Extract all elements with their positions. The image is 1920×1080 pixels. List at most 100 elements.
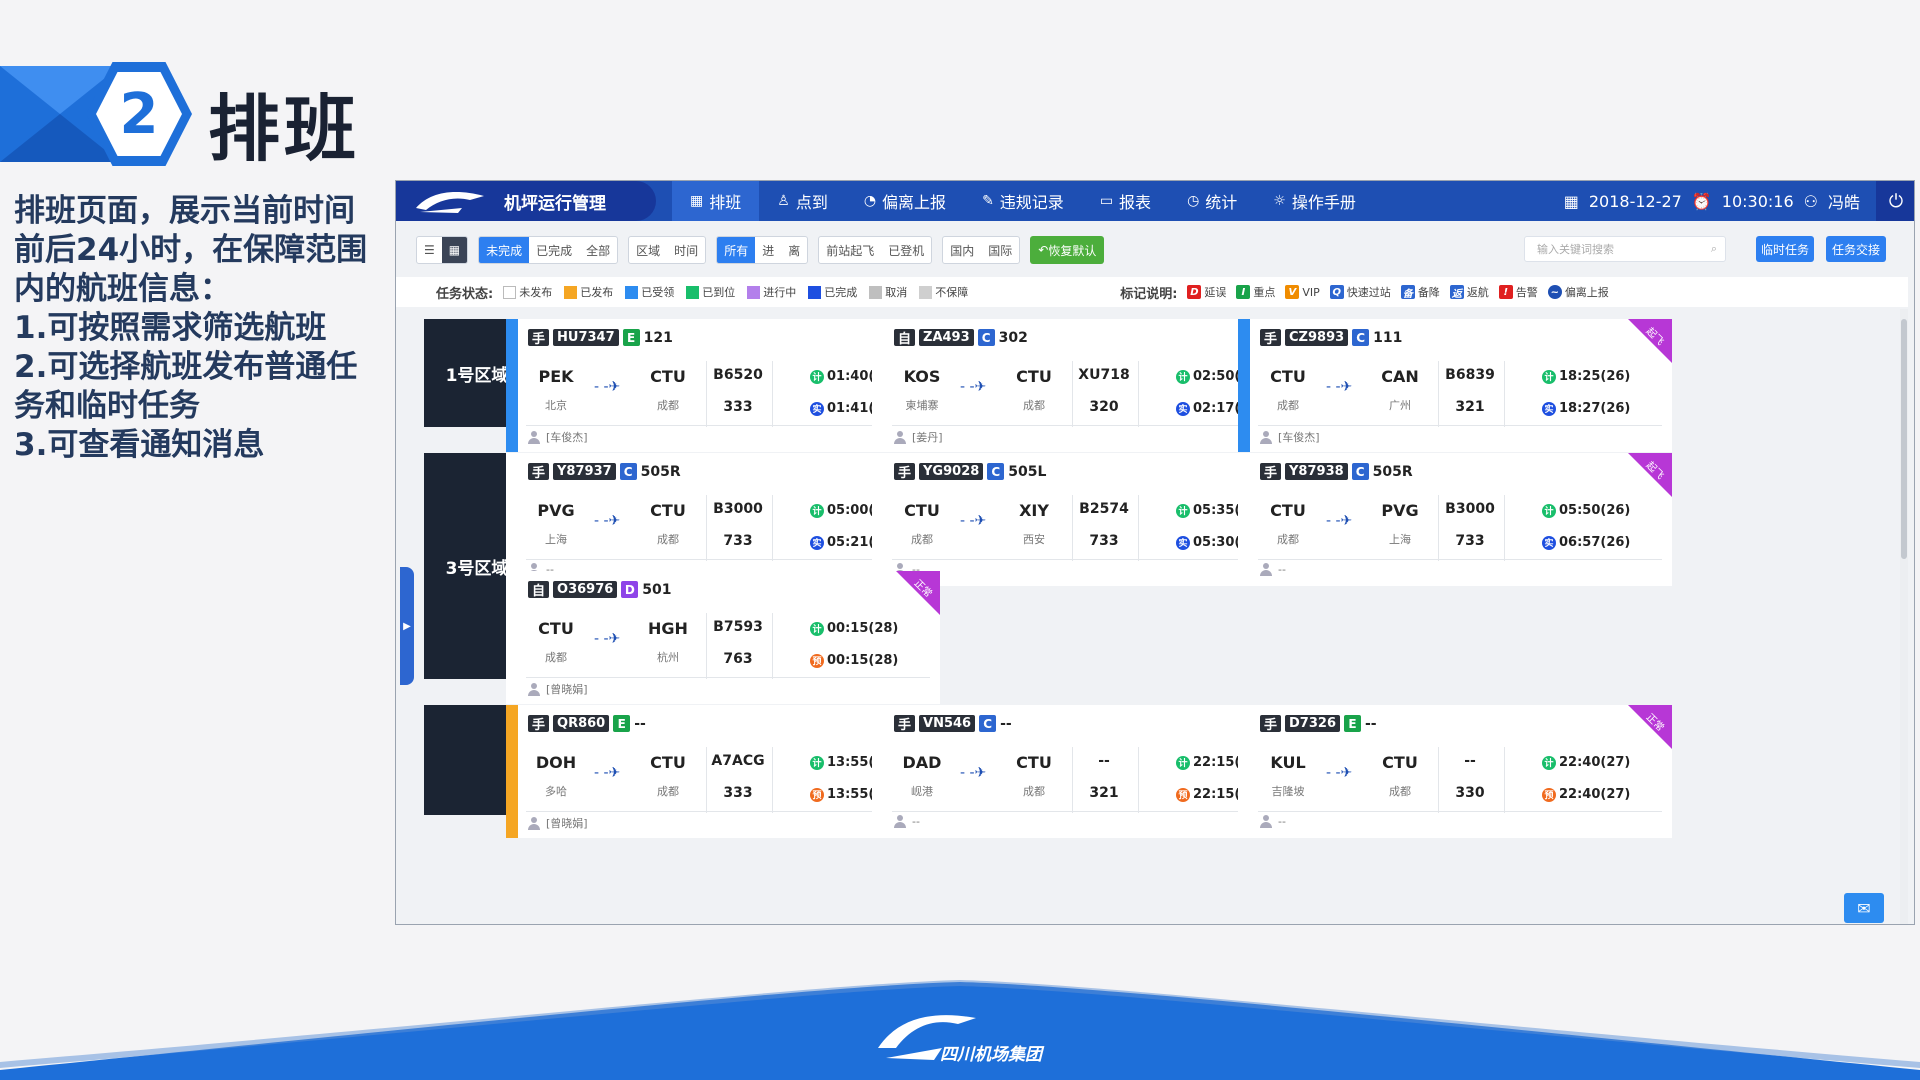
flight-status-corner: 起飞 [1628, 453, 1672, 497]
mode-badge: 手 [894, 715, 916, 733]
aircraft-type: 733 [1089, 533, 1119, 549]
message-icon[interactable]: ✉ [1844, 893, 1884, 923]
current-user[interactable]: 冯皓 [1828, 189, 1860, 213]
filter-arrival[interactable]: 进 [755, 237, 781, 263]
destination-city: 成都 [657, 533, 679, 546]
delay-tag-icon: D [1187, 285, 1202, 299]
flight-card[interactable]: 起飞手 CZ9893 C 111 CTU 成都 - -✈ CAN 广州 B6839 321 计 18:2… [1238, 319, 1672, 452]
status-swatch [747, 285, 761, 299]
scrollbar-thumb[interactable] [1901, 319, 1907, 559]
description-line: 前后24小时，在保障范围 [14, 232, 368, 268]
aircraft-type: 733 [1455, 533, 1485, 549]
temp-task-button[interactable]: 临时任务 [1756, 236, 1814, 262]
destination-code: CTU [1382, 753, 1418, 772]
power-icon[interactable]: ⏻ [1876, 181, 1914, 221]
flight-kind-badge: C [979, 715, 997, 732]
actual-dot-icon: 实 [1542, 535, 1556, 550]
aircraft-type: 333 [723, 399, 753, 415]
destination-city: 成都 [1023, 785, 1045, 798]
actual-dot-icon: 实 [1176, 535, 1190, 550]
destination-city: 杭州 [657, 651, 679, 664]
nav-item-checkin[interactable]: ♙ 点到 [759, 181, 846, 221]
list-view-icon[interactable]: ☰ [417, 237, 442, 263]
person-icon [528, 682, 540, 696]
divider [1138, 747, 1139, 813]
flight-header: 手 D7326 E -- [1260, 715, 1377, 733]
mode-badge: 手 [1260, 715, 1282, 733]
mark-return: 返返航 [1449, 284, 1489, 300]
nav-item-deviation[interactable]: ◔ 偏离上报 [846, 181, 964, 221]
task-handover-button[interactable]: 任务交接 [1826, 236, 1886, 262]
filter-domestic[interactable]: 国内 [943, 237, 981, 263]
flight-kind-badge: C [977, 329, 995, 346]
flight-kind-badge: C [987, 463, 1005, 480]
origin-code: PVG [537, 501, 575, 520]
divider [772, 495, 773, 561]
actual-time-value: 22:40(27) [1559, 787, 1631, 802]
mode-badge: 手 [1260, 463, 1282, 481]
divider [706, 361, 707, 427]
grid-view-icon[interactable]: ▦ [441, 237, 468, 263]
divider [1072, 495, 1073, 561]
divider [1504, 361, 1505, 427]
divider [526, 425, 930, 426]
filter-all[interactable]: 全部 [579, 237, 617, 263]
app-window: 机坪运行管理 ▦ 排班 ♙ 点到 ◔ 偏离上报 ✎ 违规记录 ▭ 报表 ◷ 统计 ☼ 操作手册… [395, 180, 1915, 925]
planned-time-value: 22:40(27) [1559, 755, 1631, 770]
destination-city: 西安 [1023, 533, 1045, 546]
search-input[interactable]: 输入关键词搜索 ⌕ [1524, 236, 1726, 262]
gauge-icon: ◔ [863, 193, 877, 209]
assigned-staff: [曾晓娟] [528, 815, 588, 831]
reset-default-button[interactable]: ↶ 恢复默认 [1030, 236, 1105, 264]
staff-name: [姜丹] [912, 431, 943, 444]
flight-card[interactable]: 起飞 手 Y87938 C 505R CTU 成都 - -✈ PVG 上海 B3000 733 计 05:… [1238, 453, 1672, 586]
main-nav: ▦ 排班 ♙ 点到 ◔ 偏离上报 ✎ 违规记录 ▭ 报表 ◷ 统计 ☼ 操作手册 [672, 181, 1374, 221]
nav-item-schedule[interactable]: ▦ 排班 [672, 181, 760, 221]
divider [1504, 747, 1505, 813]
description-line: 1.可按照需求筛选航班 [14, 310, 327, 346]
filter-prev-takeoff[interactable]: 前站起飞 [819, 237, 881, 263]
origin-city: 成都 [1277, 399, 1299, 412]
slide-description: 排班页面，展示当前时间 前后24小时，在保障范围 内的航班信息： 1.可按照需求… [14, 192, 386, 465]
destination-city: 成都 [1023, 399, 1045, 412]
actual-time: 预 22:40(27) [1542, 787, 1630, 802]
status-label: 已到位 [702, 286, 736, 299]
plan-dot-icon: 计 [810, 621, 824, 636]
divider [1072, 747, 1073, 813]
app-title: 机坪运行管理 [504, 193, 606, 214]
mode-badge: 手 [528, 329, 550, 347]
scrollbar[interactable] [1900, 309, 1908, 924]
corner-label: 正常 [1643, 711, 1666, 734]
expand-tab-icon[interactable]: ▶ [400, 567, 414, 685]
filter-departure[interactable]: 离 [781, 237, 807, 263]
filter-time[interactable]: 时间 [667, 237, 705, 263]
mark-label: 偏离上报 [1564, 286, 1609, 299]
divider [1438, 361, 1439, 427]
plane-icon: - -✈ [960, 513, 987, 529]
nav-item-statistics[interactable]: ◷ 统计 [1169, 181, 1255, 221]
bulb-icon: ☼ [1273, 193, 1286, 209]
filter-direction-all[interactable]: 所有 [717, 237, 756, 263]
filter-unfinished[interactable]: 未完成 [479, 237, 530, 263]
reset-label: 恢复默认 [1048, 243, 1097, 258]
staff-name: -- [912, 815, 920, 828]
app-logo-area[interactable]: 机坪运行管理 [396, 181, 656, 221]
filter-international[interactable]: 国际 [981, 237, 1019, 263]
flight-card[interactable]: 正常自 O36976 D 501 CTU 成都 - -✈ HGH 杭州 B7593 763 计 00:1… [506, 571, 940, 704]
nav-item-reports[interactable]: ▭ 报表 [1082, 181, 1169, 221]
destination-city: 成都 [657, 785, 679, 798]
mark-quick-turn: Q 快速过站 [1329, 284, 1391, 300]
flight-card[interactable]: 正常手 D7326 E -- KUL 吉隆坡 - -✈ CTU 成都 -- 330 计 22:40(27… [1238, 705, 1672, 838]
nav-item-manual[interactable]: ☼ 操作手册 [1255, 181, 1374, 221]
filter-finished[interactable]: 已完成 [529, 237, 579, 263]
status-in-place: 已到位 [686, 284, 735, 300]
nav-item-violations[interactable]: ✎ 违规记录 [964, 181, 1082, 221]
divider [1504, 495, 1505, 561]
filter-boarded[interactable]: 已登机 [881, 237, 931, 263]
flight-header: 自 ZA493 C 302 [894, 329, 1028, 347]
plane-icon: - -✈ [594, 513, 621, 529]
aircraft-registration: B3000 [1445, 501, 1495, 517]
status-filter: 未完成 已完成 全部 [478, 236, 619, 264]
filter-area[interactable]: 区域 [629, 237, 667, 263]
flight-number: YG9028 [919, 463, 984, 480]
